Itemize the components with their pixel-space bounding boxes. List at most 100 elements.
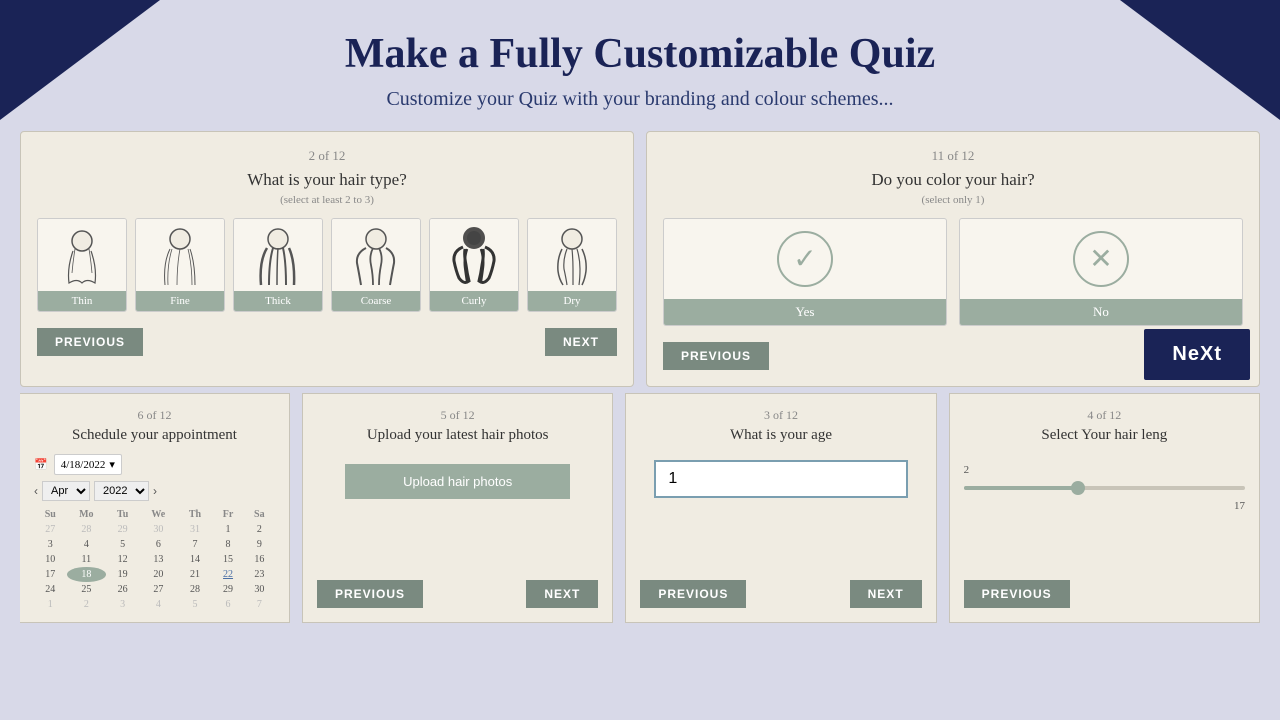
bottom-row: 6 of 12 Schedule your appointment 📅 4/18… xyxy=(0,393,1280,623)
year-select[interactable]: 2022 xyxy=(94,481,149,501)
cal-day[interactable]: 2 xyxy=(67,597,107,612)
slider-fill xyxy=(964,486,1077,490)
cal-day[interactable]: 20 xyxy=(139,567,177,582)
cal-day[interactable]: 8 xyxy=(212,537,243,552)
bottom3-buttons: PREVIOUS NEXT xyxy=(640,580,921,608)
cal-day[interactable]: 2 xyxy=(244,522,275,537)
cal-next-button[interactable]: › xyxy=(153,484,157,498)
card2-title: Do you color your hair? xyxy=(663,170,1243,190)
card2-prev-button[interactable]: PREVIOUS xyxy=(663,342,769,370)
cal-prev-button[interactable]: ‹ xyxy=(34,484,38,498)
cal-day[interactable]: 5 xyxy=(106,537,139,552)
hair-option-curly[interactable]: Curly xyxy=(429,218,519,312)
cal-day[interactable]: 28 xyxy=(178,582,213,597)
cal-day[interactable]: 4 xyxy=(139,597,177,612)
cal-day[interactable]: 9 xyxy=(244,537,275,552)
slider-min-label: 2 xyxy=(964,464,970,476)
calendar: 📅 4/18/2022 ▾ ‹ Apr 2022 › xyxy=(34,454,275,612)
bottom2-counter: 5 of 12 xyxy=(317,408,598,423)
hair-option-dry[interactable]: Dry xyxy=(527,218,617,312)
cal-day[interactable]: 27 xyxy=(34,522,67,537)
cal-day[interactable]: 26 xyxy=(106,582,139,597)
bottom4-prev-button[interactable]: PREVIOUS xyxy=(964,580,1070,608)
upload-hair-photos-button[interactable]: Upload hair photos xyxy=(345,464,570,499)
card-age: 3 of 12 What is your age PREVIOUS NEXT xyxy=(625,393,936,623)
bottom3-next-button[interactable]: NEXT xyxy=(850,580,922,608)
cal-day[interactable]: 3 xyxy=(34,537,67,552)
cal-day[interactable]: 12 xyxy=(106,552,139,567)
cal-day[interactable]: 24 xyxy=(34,582,67,597)
bottom2-prev-button[interactable]: PREVIOUS xyxy=(317,580,423,608)
card-hair-length: 4 of 12 Select Your hair leng 2 17 PREVI… xyxy=(949,393,1260,623)
checkmark-icon: ✓ xyxy=(777,231,833,287)
cal-day[interactable]: 30 xyxy=(139,522,177,537)
bottom3-prev-button[interactable]: PREVIOUS xyxy=(640,580,746,608)
slider-wrapper: 2 17 xyxy=(964,454,1245,526)
card2-subtitle: (select only 1) xyxy=(663,194,1243,206)
hair-dry-label: Dry xyxy=(528,291,616,311)
card1-prev-button[interactable]: PREVIOUS xyxy=(37,328,143,356)
date-select[interactable]: 4/18/2022 ▾ xyxy=(54,454,122,475)
card-hair-type: 2 of 12 What is your hair type? (select … xyxy=(20,131,634,387)
card1-buttons: PREVIOUS NEXT xyxy=(37,328,617,356)
cal-day[interactable]: 1 xyxy=(34,597,67,612)
cal-day[interactable]: 28 xyxy=(67,522,107,537)
cal-day[interactable]: 10 xyxy=(34,552,67,567)
cal-day[interactable]: 22 xyxy=(212,567,243,582)
cal-day[interactable]: 23 xyxy=(244,567,275,582)
age-input[interactable] xyxy=(654,460,907,498)
slider-thumb[interactable] xyxy=(1071,481,1085,495)
cal-day[interactable]: 6 xyxy=(212,597,243,612)
cal-day[interactable]: 4 xyxy=(67,537,107,552)
card1-counter: 2 of 12 xyxy=(37,148,617,164)
card1-next-button[interactable]: NEXT xyxy=(545,328,617,356)
page-subtitle: Customize your Quiz with your branding a… xyxy=(20,88,1260,111)
cal-day[interactable]: 6 xyxy=(139,537,177,552)
no-label: No xyxy=(960,299,1242,325)
card1-subtitle: (select at least 2 to 3) xyxy=(37,194,617,206)
header: Make a Fully Customizable Quiz Customize… xyxy=(0,0,1280,131)
cal-day[interactable]: 14 xyxy=(178,552,213,567)
cal-day[interactable]: 5 xyxy=(178,597,213,612)
cal-day[interactable]: 15 xyxy=(212,552,243,567)
cal-day[interactable]: 19 xyxy=(106,567,139,582)
cal-day[interactable]: 3 xyxy=(106,597,139,612)
cal-day[interactable]: 7 xyxy=(244,597,275,612)
yes-label: Yes xyxy=(664,299,946,325)
month-select[interactable]: Apr xyxy=(42,481,90,501)
cal-day[interactable]: 11 xyxy=(67,552,107,567)
calendar-nav: ‹ Apr 2022 › xyxy=(34,481,275,501)
cal-day[interactable]: 27 xyxy=(139,582,177,597)
yn-option-yes[interactable]: ✓ Yes xyxy=(663,218,947,326)
bottom4-counter: 4 of 12 xyxy=(964,408,1245,423)
next-big-button[interactable]: NeXt xyxy=(1144,329,1250,380)
cal-day[interactable]: 16 xyxy=(244,552,275,567)
hair-thick-label: Thick xyxy=(234,291,322,311)
bottom1-counter: 6 of 12 xyxy=(34,408,275,423)
card2-counter: 11 of 12 xyxy=(663,148,1243,164)
cal-day[interactable]: 30 xyxy=(244,582,275,597)
cal-day[interactable]: 29 xyxy=(106,522,139,537)
bottom3-title: What is your age xyxy=(640,427,921,444)
bottom1-title: Schedule your appointment xyxy=(34,427,275,444)
bottom2-next-button[interactable]: NEXT xyxy=(526,580,598,608)
age-input-wrapper xyxy=(654,460,907,498)
cal-day[interactable]: 7 xyxy=(178,537,213,552)
slider-labels: 2 xyxy=(964,464,1245,476)
hair-option-thin[interactable]: Thin xyxy=(37,218,127,312)
cal-day[interactable]: 21 xyxy=(178,567,213,582)
cal-day[interactable]: 31 xyxy=(178,522,213,537)
hair-option-fine[interactable]: Fine xyxy=(135,218,225,312)
cal-day[interactable]: 17 xyxy=(34,567,67,582)
hair-option-thick[interactable]: Thick xyxy=(233,218,323,312)
cal-day[interactable]: 1 xyxy=(212,522,243,537)
cal-day[interactable]: 13 xyxy=(139,552,177,567)
card-schedule: 6 of 12 Schedule your appointment 📅 4/18… xyxy=(20,393,290,623)
cal-day[interactable]: 29 xyxy=(212,582,243,597)
hair-option-coarse[interactable]: Coarse xyxy=(331,218,421,312)
cal-day[interactable]: 25 xyxy=(67,582,107,597)
yn-option-no[interactable]: ✕ No xyxy=(959,218,1243,326)
hair-curly-label: Curly xyxy=(430,291,518,311)
dropdown-arrow: ▾ xyxy=(109,458,115,471)
cal-day[interactable]: 18 xyxy=(67,567,107,582)
